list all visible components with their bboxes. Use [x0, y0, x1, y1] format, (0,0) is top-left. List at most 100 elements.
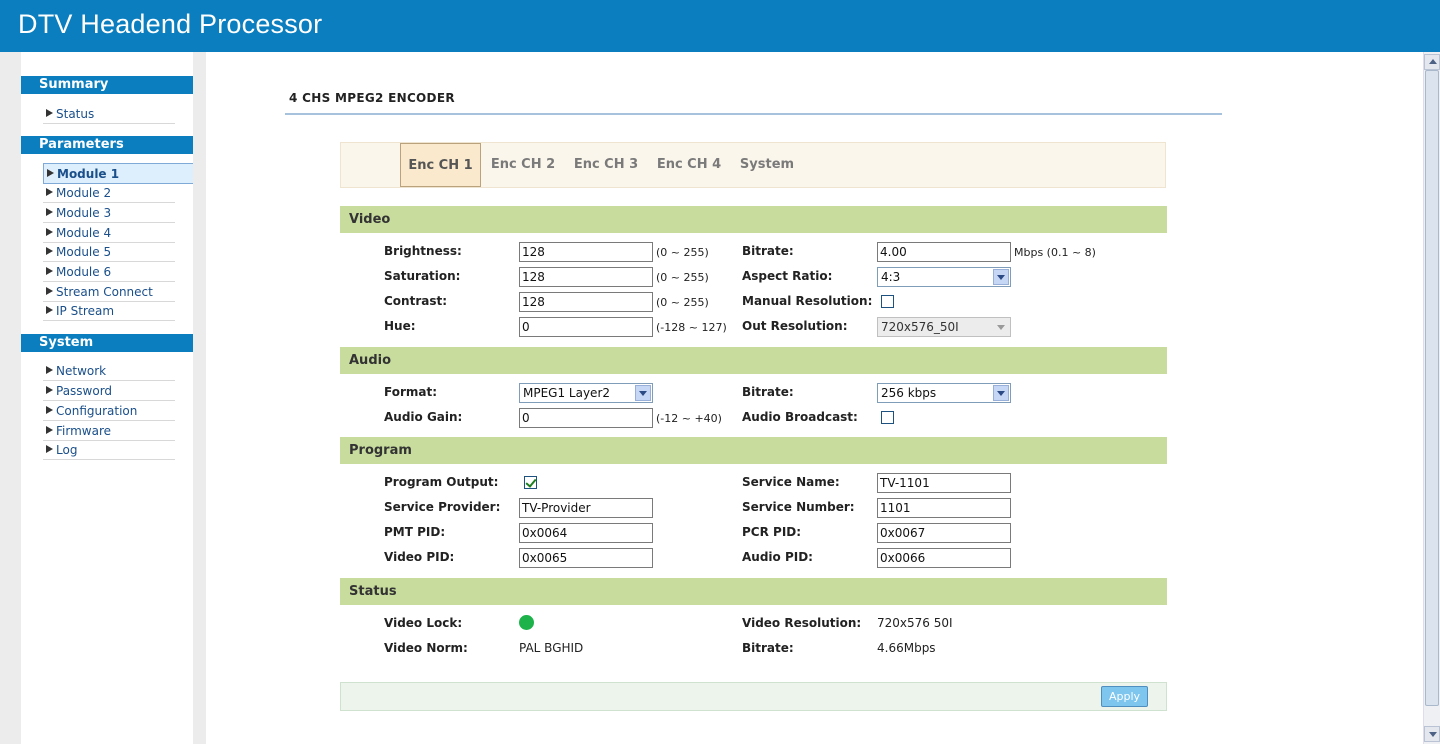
audio-format-value: MPEG1 Layer2 — [523, 386, 611, 400]
sidebar-item-password[interactable]: Password — [43, 382, 175, 401]
tab-enc-ch-2[interactable]: Enc CH 2 — [483, 143, 563, 187]
sidebar-item-label: Module 2 — [56, 186, 112, 200]
audio-format-select[interactable]: MPEG1 Layer2 — [519, 383, 653, 403]
sidebar-item-module-1[interactable]: Module 1 — [43, 163, 197, 184]
saturation-label: Saturation: — [384, 269, 461, 283]
triangle-right-icon — [46, 228, 53, 236]
scroll-down-button[interactable] — [1424, 726, 1440, 742]
manual-resolution-label: Manual Resolution: — [742, 294, 873, 308]
audio-broadcast-label: Audio Broadcast: — [742, 410, 858, 424]
service-provider-input[interactable]: TV-Provider — [519, 498, 653, 518]
sidebar-item-stream-connect[interactable]: Stream Connect — [43, 283, 175, 302]
contrast-range: (0 ~ 255) — [656, 296, 709, 309]
section-status-header: Status — [340, 578, 1167, 605]
service-number-input[interactable]: 1101 — [877, 498, 1011, 518]
sidebar-item-label: Module 4 — [56, 226, 112, 240]
sidebar-item-label: Firmware — [56, 424, 111, 438]
triangle-right-icon — [47, 169, 54, 177]
service-name-input[interactable]: TV-1101 — [877, 473, 1011, 493]
triangle-right-icon — [46, 445, 53, 453]
status-bitrate-value: 4.66Mbps — [877, 641, 936, 655]
sidebar-item-module-3[interactable]: Module 3 — [43, 204, 175, 223]
program-output-checkbox[interactable] — [524, 476, 537, 489]
sidebar-item-label: Stream Connect — [56, 285, 153, 299]
hue-input[interactable]: 0 — [519, 317, 653, 337]
brightness-input[interactable]: 128 — [519, 242, 653, 262]
video-bitrate-label: Bitrate: — [742, 244, 794, 258]
contrast-input[interactable]: 128 — [519, 292, 653, 312]
sidebar-item-label: Password — [56, 384, 113, 398]
sidebar-item-network[interactable]: Network — [43, 362, 175, 381]
sidebar-item-label: Module 3 — [56, 206, 112, 220]
chevron-down-icon[interactable] — [635, 385, 651, 401]
service-provider-label: Service Provider: — [384, 500, 501, 514]
sidebar-item-module-5[interactable]: Module 5 — [43, 243, 175, 262]
sidebar-divider — [193, 52, 206, 744]
audio-bitrate-select[interactable]: 256 kbps — [877, 383, 1011, 403]
sidebar-heading-parameters: Parameters — [21, 136, 193, 154]
hue-range: (-128 ~ 127) — [656, 321, 727, 334]
chevron-down-icon — [993, 319, 1009, 335]
audio-pid-label: Audio PID: — [742, 550, 813, 564]
tab-enc-ch-3[interactable]: Enc CH 3 — [566, 143, 646, 187]
section-video-header: Video — [340, 206, 1167, 233]
audio-broadcast-checkbox[interactable] — [881, 411, 894, 424]
chevron-down-icon[interactable] — [993, 269, 1009, 285]
sidebar-item-module-6[interactable]: Module 6 — [43, 263, 175, 282]
video-bitrate-input[interactable]: 4.00 — [877, 242, 1011, 262]
video-norm-label: Video Norm: — [384, 641, 468, 655]
aspect-ratio-select[interactable]: 4:3 — [877, 267, 1011, 287]
audio-gain-label: Audio Gain: — [384, 410, 463, 424]
audio-pid-input[interactable]: 0x0066 — [877, 548, 1011, 568]
sidebar-item-label: Network — [56, 364, 107, 378]
pmt-pid-input[interactable]: 0x0064 — [519, 523, 653, 543]
manual-resolution-checkbox[interactable] — [881, 295, 894, 308]
apply-button[interactable]: Apply — [1101, 686, 1148, 707]
video-lock-label: Video Lock: — [384, 616, 463, 630]
arrow-up-icon — [1429, 59, 1437, 64]
pmt-pid-label: PMT PID: — [384, 525, 446, 539]
scroll-up-button[interactable] — [1424, 54, 1440, 70]
chevron-down-icon[interactable] — [993, 385, 1009, 401]
video-resolution-label: Video Resolution: — [742, 616, 862, 630]
sidebar-item-configuration[interactable]: Configuration — [43, 402, 175, 421]
video-bitrate-range: Mbps (0.1 ~ 8) — [1014, 246, 1096, 259]
triangle-right-icon — [46, 208, 53, 216]
sidebar-item-status[interactable]: Status — [43, 105, 175, 124]
sidebar-item-module-4[interactable]: Module 4 — [43, 224, 175, 243]
saturation-input[interactable]: 128 — [519, 267, 653, 287]
sidebar-item-label: IP Stream — [56, 304, 115, 318]
program-output-label: Program Output: — [384, 475, 499, 489]
aspect-ratio-label: Aspect Ratio: — [742, 269, 833, 283]
pcr-pid-input[interactable]: 0x0067 — [877, 523, 1011, 543]
section-program-header: Program — [340, 437, 1167, 464]
saturation-range: (0 ~ 255) — [656, 271, 709, 284]
service-name-label: Service Name: — [742, 475, 840, 489]
contrast-label: Contrast: — [384, 294, 448, 308]
tab-enc-ch-4[interactable]: Enc CH 4 — [649, 143, 729, 187]
section-audio-header: Audio — [340, 347, 1167, 374]
audio-gain-input[interactable]: 0 — [519, 408, 653, 428]
aspect-ratio-value: 4:3 — [881, 270, 901, 284]
sidebar-item-label: Configuration — [56, 404, 138, 418]
sidebar-item-ip-stream[interactable]: IP Stream — [43, 302, 175, 321]
vertical-scrollbar[interactable] — [1423, 52, 1440, 744]
sidebar-item-log[interactable]: Log — [43, 441, 175, 460]
triangle-right-icon — [46, 386, 53, 394]
sidebar-item-label: Log — [56, 443, 78, 457]
out-resolution-label: Out Resolution: — [742, 319, 848, 333]
sidebar-item-module-2[interactable]: Module 2 — [43, 184, 175, 203]
video-norm-value: PAL BGHID — [519, 641, 584, 655]
tab-system[interactable]: System — [731, 143, 803, 187]
sidebar-item-firmware[interactable]: Firmware — [43, 422, 175, 441]
audio-bitrate-value: 256 kbps — [881, 386, 937, 400]
audio-bitrate-label: Bitrate: — [742, 385, 794, 399]
page-title: 4 CHS MPEG2 ENCODER — [289, 91, 455, 105]
tab-enc-ch-1[interactable]: Enc CH 1 — [400, 143, 481, 187]
audio-gain-range: (-12 ~ +40) — [656, 412, 722, 425]
sidebar: Summary Status Parameters Module 1 Modul… — [21, 52, 197, 744]
triangle-right-icon — [46, 287, 53, 295]
scroll-thumb[interactable] — [1425, 70, 1439, 706]
video-lock-indicator — [519, 615, 534, 630]
video-pid-input[interactable]: 0x0065 — [519, 548, 653, 568]
